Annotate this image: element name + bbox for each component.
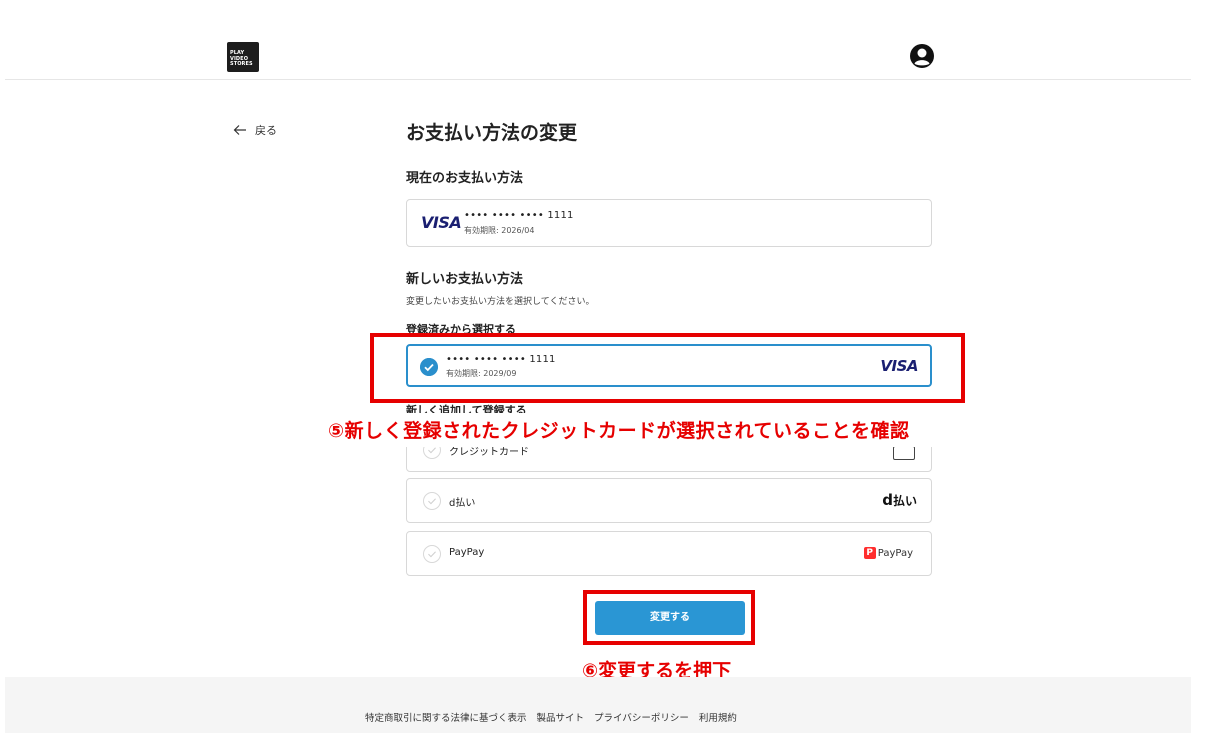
footer-link-product[interactable]: 製品サイト — [537, 710, 585, 724]
annotation-step5: ⑤新しく登録されたクレジットカードが選択されていることを確認 — [328, 420, 910, 442]
user-avatar-icon[interactable] — [908, 42, 936, 70]
change-button[interactable]: 変更する — [595, 601, 745, 635]
arrow-left-icon — [233, 125, 246, 135]
back-link[interactable]: 戻る — [233, 122, 277, 138]
current-card: VISA •••• •••• •••• 1111 有効期限: 2026/04 — [406, 199, 932, 247]
paypay-logo-icon: P PayPay — [863, 547, 913, 559]
d-barai-logo-icon: d払い — [882, 491, 917, 509]
footer: 特定商取引に関する法律に基づく表示 製品サイト プライバシーポリシー 利用規約 — [5, 677, 1191, 733]
checkmark-unselected-icon — [423, 492, 441, 510]
visa-logo-icon: VISA — [421, 213, 462, 232]
new-method-description: 変更したいお支払い方法を選択してください。 — [406, 297, 595, 307]
play-video-stores-logo[interactable]: PLAY VIDEO STORES — [227, 42, 259, 72]
top-header: PLAY VIDEO STORES — [5, 0, 1191, 80]
highlight-box-selected-card — [370, 333, 965, 403]
footer-link-legal[interactable]: 特定商取引に関する法律に基づく表示 — [365, 710, 527, 724]
option-label: PayPay — [449, 547, 485, 558]
page-title: お支払い方法の変更 — [406, 122, 578, 144]
option-paypay[interactable]: PayPay P PayPay — [406, 531, 932, 576]
footer-link-privacy[interactable]: プライバシーポリシー — [594, 710, 689, 724]
credit-card-icon — [893, 446, 915, 460]
checkmark-unselected-icon — [423, 545, 441, 563]
footer-link-terms[interactable]: 利用規約 — [699, 710, 737, 724]
payment-change-page: PLAY VIDEO STORES 戻る お支払い方法の変更 現在のお支払い方法… — [0, 0, 1207, 733]
new-method-heading: 新しいお支払い方法 — [406, 272, 524, 287]
card-number: •••• •••• •••• 1111 — [464, 210, 574, 221]
option-label: d払い — [449, 498, 476, 509]
current-method-heading: 現在のお支払い方法 — [406, 171, 524, 186]
option-d-barai[interactable]: d払い d払い — [406, 478, 932, 523]
back-label: 戻る — [255, 124, 277, 137]
card-expiry: 有効期限: 2026/04 — [464, 226, 535, 235]
footer-links: 特定商取引に関する法律に基づく表示 製品サイト プライバシーポリシー 利用規約 — [365, 710, 737, 724]
